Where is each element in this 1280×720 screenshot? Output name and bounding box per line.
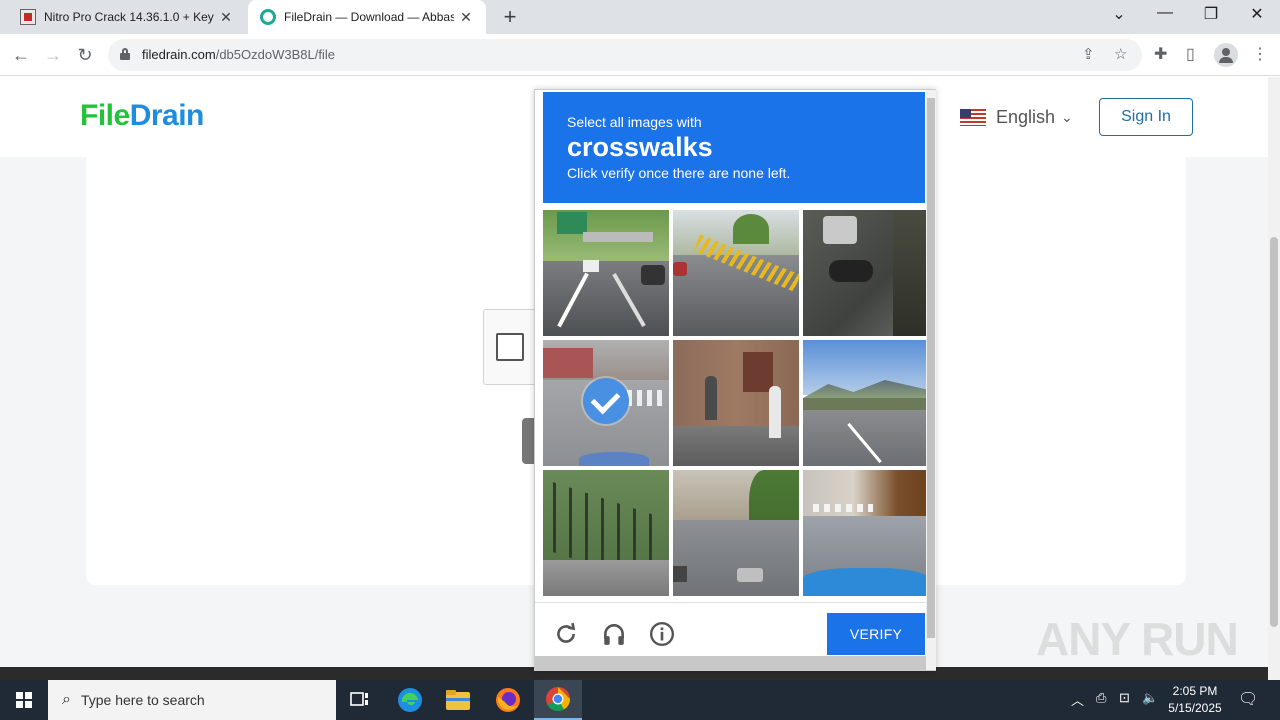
prompt-instruction: Click verify once there are none left. xyxy=(567,165,791,181)
filedrain-favicon-icon xyxy=(260,9,276,25)
language-label: English xyxy=(996,107,1056,127)
image-tile-6[interactable] xyxy=(803,340,929,466)
task-view-icon xyxy=(350,692,368,706)
clock-date: 5/15/2025 xyxy=(1168,701,1222,715)
tab-title: FileDrain — Download — Abbas xyxy=(284,10,454,24)
image-tile-1[interactable] xyxy=(543,210,669,336)
reload-icon[interactable] xyxy=(553,621,579,647)
image-tile-4[interactable] xyxy=(543,340,669,466)
forward-button[interactable]: → xyxy=(40,42,66,68)
firefox-app[interactable] xyxy=(484,680,532,720)
captcha-challenge: Select all images with crosswalks Click … xyxy=(534,89,936,671)
network-icon[interactable]: ⊡ xyxy=(1119,690,1130,706)
task-view-button[interactable] xyxy=(336,680,384,720)
browser-toolbar: ← → ↻ filedrain.com/db5OzdoW3B8L/file ⇪ … xyxy=(0,34,1280,76)
chrome-app[interactable] xyxy=(534,680,582,720)
taskbar-search[interactable]: ⌕ Type here to search xyxy=(48,680,336,720)
verify-button[interactable]: VERIFY xyxy=(827,613,925,655)
image-tile-3[interactable] xyxy=(803,210,929,336)
info-icon[interactable] xyxy=(649,621,675,647)
menu-kebab-icon[interactable]: ⋮ xyxy=(1252,44,1268,64)
prompt-intro: Select all images with xyxy=(567,114,702,130)
search-placeholder: Type here to search xyxy=(80,692,205,708)
clock-time: 2:05 PM xyxy=(1172,684,1218,698)
search-icon: ⌕ xyxy=(62,691,71,708)
folder-icon xyxy=(446,690,470,710)
image-tile-9[interactable] xyxy=(803,470,929,596)
image-tile-8[interactable] xyxy=(673,470,799,596)
image-grid xyxy=(543,210,929,596)
extensions-icon[interactable]: ✚ xyxy=(1154,44,1167,64)
scrollbar-thumb[interactable] xyxy=(1270,237,1278,627)
windows-logo-icon xyxy=(16,692,32,708)
address-bar[interactable]: filedrain.com/db5OzdoW3B8L/file ⇪ ☆ xyxy=(108,39,1142,71)
start-button[interactable] xyxy=(0,680,48,720)
nitro-favicon-icon xyxy=(20,9,36,25)
tab-title: Nitro Pro Crack 14.36.1.0 + Keyg xyxy=(44,10,214,24)
restore-button[interactable]: ❐ xyxy=(1196,4,1226,24)
notification-icon[interactable]: 🗨 xyxy=(1238,689,1258,709)
side-panel-icon[interactable]: ▯ xyxy=(1186,44,1195,64)
us-flag-icon xyxy=(960,109,986,126)
challenge-bottom-bar xyxy=(535,656,927,670)
lock-icon[interactable] xyxy=(120,48,130,60)
captcha-checkbox[interactable] xyxy=(496,333,524,361)
audio-icon[interactable] xyxy=(601,621,627,647)
tray-chevron-up-icon[interactable]: ︿ xyxy=(1071,690,1084,709)
close-tab-icon[interactable]: ✕ xyxy=(458,9,474,26)
challenge-prompt: Select all images with crosswalks Click … xyxy=(543,92,925,203)
url-text[interactable]: filedrain.com/db5OzdoW3B8L/file xyxy=(142,47,335,62)
tab-search-chevron-icon[interactable]: ⌄ xyxy=(1104,4,1134,24)
language-selector[interactable]: English ⌄ xyxy=(960,107,1073,128)
prompt-target: crosswalks xyxy=(567,132,713,162)
close-tab-icon[interactable]: ✕ xyxy=(218,9,234,26)
image-tile-2[interactable] xyxy=(673,210,799,336)
image-tile-7[interactable] xyxy=(543,470,669,596)
windows-taskbar: ⌕ Type here to search ︿ ⎙ ⊡ 🔈 2:05 PM 5/… xyxy=(0,680,1280,720)
chrome-icon xyxy=(546,687,570,712)
profile-avatar-icon[interactable] xyxy=(1214,43,1238,67)
tab-filedrain[interactable]: FileDrain — Download — Abbas ✕ xyxy=(248,0,486,34)
tray-device-icon[interactable]: ⎙ xyxy=(1096,690,1106,706)
challenge-scrollbar-thumb[interactable] xyxy=(927,98,935,638)
firefox-icon xyxy=(496,688,520,712)
back-button[interactable]: ← xyxy=(8,42,34,68)
close-window-button[interactable]: ✕ xyxy=(1242,4,1272,24)
tab-strip: Nitro Pro Crack 14.36.1.0 + Keyg ✕ FileD… xyxy=(0,0,1280,34)
chevron-down-icon: ⌄ xyxy=(1061,109,1073,125)
edge-app[interactable] xyxy=(386,680,434,720)
minimize-button[interactable]: — xyxy=(1150,4,1180,22)
bookmark-star-icon[interactable]: ☆ xyxy=(1114,45,1127,63)
image-tile-5[interactable] xyxy=(673,340,799,466)
filedrain-logo[interactable]: FileDrain xyxy=(80,99,204,133)
selected-check-icon xyxy=(583,378,629,424)
volume-icon[interactable]: 🔈 xyxy=(1142,690,1158,706)
sign-in-button[interactable]: Sign In xyxy=(1099,98,1193,136)
edge-icon xyxy=(398,688,422,712)
reload-button[interactable]: ↻ xyxy=(72,42,98,68)
anyrun-watermark: ANY RUN xyxy=(1036,613,1239,665)
share-icon[interactable]: ⇪ xyxy=(1082,45,1095,63)
challenge-scrollbar[interactable] xyxy=(926,90,936,670)
tab-nitro[interactable]: Nitro Pro Crack 14.36.1.0 + Keyg ✕ xyxy=(8,0,248,34)
file-explorer-app[interactable] xyxy=(434,680,482,720)
page-scrollbar[interactable] xyxy=(1268,77,1280,680)
new-tab-button[interactable]: + xyxy=(498,4,522,30)
challenge-footer: VERIFY xyxy=(535,602,927,656)
taskbar-clock[interactable]: 2:05 PM 5/15/2025 xyxy=(1166,683,1224,717)
